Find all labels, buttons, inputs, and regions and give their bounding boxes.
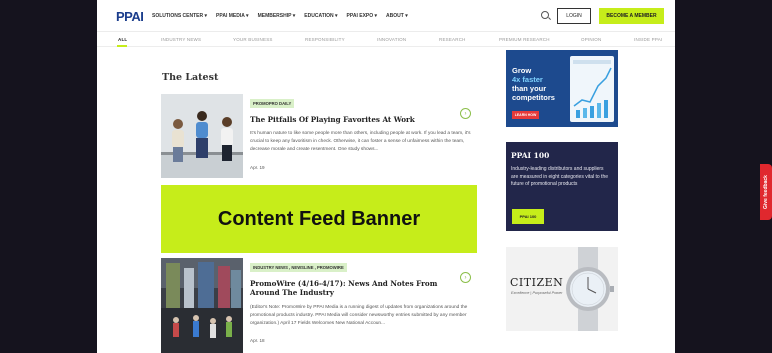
content-feed-banner[interactable]: Content Feed Banner	[161, 185, 477, 253]
arrow-right-icon[interactable]: ›	[460, 108, 471, 119]
tab-inside-ppai[interactable]: INSIDE PPAI	[634, 37, 662, 42]
ad-title: PPAI 100	[511, 151, 550, 160]
article-image[interactable]	[161, 94, 243, 178]
citizen-watch-ad[interactable]: CITIZEN Excellence | Purposeful Power	[506, 247, 618, 331]
nav-ppai-media[interactable]: PPAI MEDIA	[216, 13, 249, 19]
tab-research[interactable]: RESEARCH	[439, 37, 466, 42]
section-title: The Latest	[162, 72, 219, 83]
article-image[interactable]	[161, 258, 243, 353]
ad-text: Industry-leading distributors and suppli…	[511, 166, 608, 188]
nav-education[interactable]: EDUCATION	[304, 13, 337, 19]
article-category-tag[interactable]: INDUSTRY NEWS , NEWSLINE , PROMOWIRE	[250, 263, 347, 272]
ppai-100-ad[interactable]: PPAI 100 Industry-leading distributors a…	[506, 142, 618, 231]
nav-membership[interactable]: MEMBERSHIP	[258, 13, 296, 19]
give-feedback-tab[interactable]: Give feedback	[760, 164, 772, 220]
become-member-button[interactable]: BECOME A MEMBER	[599, 8, 664, 24]
active-tab-indicator	[117, 45, 127, 47]
article-title[interactable]: The Pitfalls Of Playing Favorites At Wor…	[250, 115, 458, 124]
top-navigation-bar: PPAI SOLUTIONS CENTER PPAI MEDIA MEMBERS…	[97, 0, 675, 32]
category-tabs: ALL INDUSTRY NEWS YOUR BUSINESS RESPONSI…	[97, 33, 675, 47]
nav-about[interactable]: ABOUT	[386, 13, 408, 19]
tab-opinion[interactable]: OPINION	[581, 37, 601, 42]
article-date: Apr. 18	[250, 338, 265, 343]
article-date: Apr. 19	[250, 165, 265, 170]
watch-image	[566, 247, 614, 331]
page-right-margin	[675, 0, 772, 353]
ad-headline: Grow 4x faster than your competitors	[512, 66, 555, 102]
page-left-margin	[0, 0, 97, 353]
tab-your-business[interactable]: YOUR BUSINESS	[233, 37, 273, 42]
ppai-100-button[interactable]: PPAI 100	[512, 209, 544, 224]
ppai-logo[interactable]: PPAI	[116, 9, 144, 24]
nav-solutions-center[interactable]: SOLUTIONS CENTER	[152, 13, 207, 19]
nav-ppai-expo[interactable]: PPAI EXPO	[347, 13, 378, 19]
learn-how-button[interactable]: LEARN HOW	[512, 111, 539, 119]
article-category-tag[interactable]: PROMOPRO DAILY	[250, 99, 295, 108]
ad-chart-graphic	[570, 56, 614, 122]
tab-all[interactable]: ALL	[118, 37, 127, 42]
tab-innovation[interactable]: INNOVATION	[377, 37, 406, 42]
article-excerpt: (Editor's Note: PromoWire by PPAI Media …	[250, 305, 468, 326]
citizen-logo: CITIZEN	[510, 276, 564, 289]
main-nav: SOLUTIONS CENTER PPAI MEDIA MEMBERSHIP E…	[152, 13, 408, 19]
ad-tagline: Excellence | Purposeful Power	[511, 291, 563, 295]
tab-responsibility[interactable]: RESPONSIBILITY	[305, 37, 345, 42]
tab-industry-news[interactable]: INDUSTRY NEWS	[161, 37, 201, 42]
grow-faster-ad[interactable]: Grow 4x faster than your competitors LEA…	[506, 50, 618, 127]
arrow-right-icon[interactable]: ›	[460, 272, 471, 283]
tab-premium-research[interactable]: PREMIUM RESEARCH	[499, 37, 550, 42]
article-excerpt: It's human nature to like some people mo…	[250, 131, 471, 152]
login-button[interactable]: LOGIN	[557, 8, 591, 24]
website-frame: PPAI SOLUTIONS CENTER PPAI MEDIA MEMBERS…	[97, 0, 675, 353]
article-title[interactable]: PromoWire (4/16-4/17): News And Notes Fr…	[250, 279, 458, 297]
search-icon[interactable]	[541, 11, 549, 19]
